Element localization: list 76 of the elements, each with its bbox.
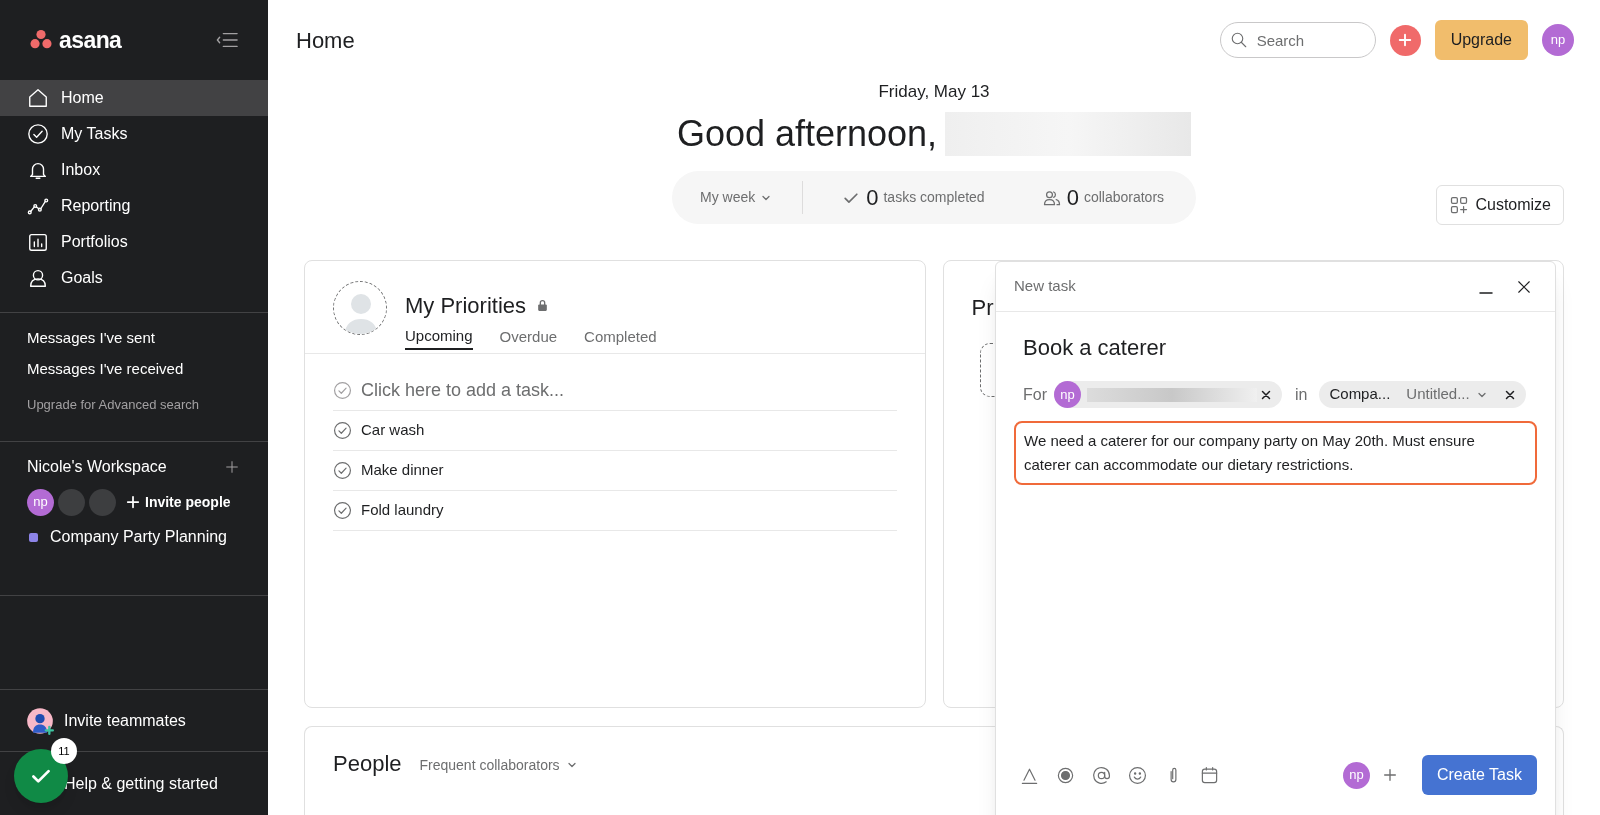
stat-label: collaborators: [1083, 188, 1165, 207]
sidebar-link[interactable]: Messages I've sent: [0, 323, 155, 354]
plus-icon: [126, 495, 140, 509]
card-title: People: [333, 749, 402, 778]
close-icon[interactable]: [1260, 388, 1272, 401]
project-item[interactable]: Company Party Planning: [0, 522, 268, 552]
search-field[interactable]: Search: [1219, 22, 1376, 58]
check-circle-icon[interactable]: [333, 421, 352, 440]
task-name[interactable]: Make dinner: [361, 459, 444, 482]
nav-item[interactable]: Reporting: [0, 188, 268, 224]
period-dropdown[interactable]: My week: [672, 181, 804, 214]
plus-icon[interactable]: [1381, 767, 1398, 783]
task-name[interactable]: Car wash: [361, 419, 425, 442]
stat-count: 0: [866, 184, 879, 212]
avatar[interactable]: np: [27, 488, 54, 516]
nav-item[interactable]: My Tasks: [0, 116, 268, 152]
check-circle-icon[interactable]: [333, 501, 352, 520]
customize-button[interactable]: Customize: [1436, 185, 1564, 225]
text-format-icon[interactable]: [1020, 765, 1039, 785]
date-text: Friday, May 13: [877, 82, 991, 102]
card-title: Pr: [971, 294, 994, 322]
assignee-chip[interactable]: np: [1054, 381, 1282, 408]
avatar[interactable]: np: [1342, 761, 1370, 789]
person-add-icon: [26, 706, 54, 735]
empty-avatar: [89, 488, 116, 516]
empty-avatar: [58, 488, 85, 516]
add-task-field[interactable]: Click here to add a task...: [361, 377, 897, 404]
tab[interactable]: Overdue: [499, 324, 558, 350]
stat-label: tasks completed: [883, 188, 985, 207]
check-circle-icon: [333, 381, 352, 400]
upgrade-button[interactable]: Upgrade: [1434, 20, 1528, 60]
filter-dropdown[interactable]: Frequent collaborators: [419, 754, 578, 776]
add-button[interactable]: [1389, 24, 1421, 56]
nav-item[interactable]: Portfolios: [0, 224, 268, 260]
stat-count: 0: [1066, 184, 1079, 212]
close-icon[interactable]: [1503, 388, 1516, 401]
task-name[interactable]: Fold laundry: [361, 499, 444, 522]
description-field[interactable]: We need a caterer for our company party on May 20th. Must ensure caterer can accommodate our dietary restrictions.: [1014, 421, 1537, 485]
smiley-icon[interactable]: [1128, 765, 1147, 785]
avatar: np: [1054, 381, 1081, 408]
bar-chart-icon: [27, 231, 49, 253]
at-sign-icon[interactable]: [1092, 765, 1111, 785]
invite-people-link[interactable]: Invite people: [126, 491, 231, 513]
section-name: Untitled...: [1406, 384, 1470, 405]
nav-item[interactable]: Goals: [0, 260, 268, 296]
user-avatar[interactable]: np: [1542, 24, 1574, 56]
tab[interactable]: Upcoming: [405, 324, 473, 350]
field-label: in: [1295, 384, 1308, 405]
check-circle-icon[interactable]: [333, 461, 352, 480]
sidebar-link[interactable]: Messages I've received: [0, 354, 184, 385]
project-chip[interactable]: Compa... Untitled...: [1319, 381, 1526, 408]
nav-item[interactable]: Inbox: [0, 152, 268, 188]
lock-icon: [536, 299, 549, 312]
create-task-button[interactable]: Create Task: [1421, 755, 1537, 795]
record-icon[interactable]: [1056, 765, 1075, 785]
widgets-icon: [1449, 195, 1470, 215]
nav-item[interactable]: Home: [0, 80, 268, 116]
logo-icon: [28, 29, 54, 51]
search-icon: [1229, 31, 1248, 49]
project-name: Compa...: [1329, 384, 1391, 405]
task-title[interactable]: Book a caterer: [996, 334, 1555, 362]
plus-icon[interactable]: [224, 459, 240, 475]
notification-badge: 11: [51, 738, 77, 764]
home-icon: [27, 87, 49, 109]
check-circle-icon: [27, 123, 49, 145]
upgrade-link[interactable]: Upgrade for Advanced search: [0, 390, 199, 420]
person-icon: [27, 267, 49, 289]
panel-header: New task: [1014, 276, 1076, 297]
tab[interactable]: Completed: [584, 324, 657, 350]
page-title: Home: [296, 26, 355, 55]
logo-text: asana: [59, 28, 122, 52]
calendar-icon[interactable]: [1200, 765, 1219, 785]
card-title: My Priorities: [405, 292, 526, 320]
workspace-name[interactable]: Nicole's Workspace: [27, 455, 167, 479]
greeting-text: Good afternoon,: [676, 112, 938, 156]
field-label: For: [1023, 384, 1047, 405]
